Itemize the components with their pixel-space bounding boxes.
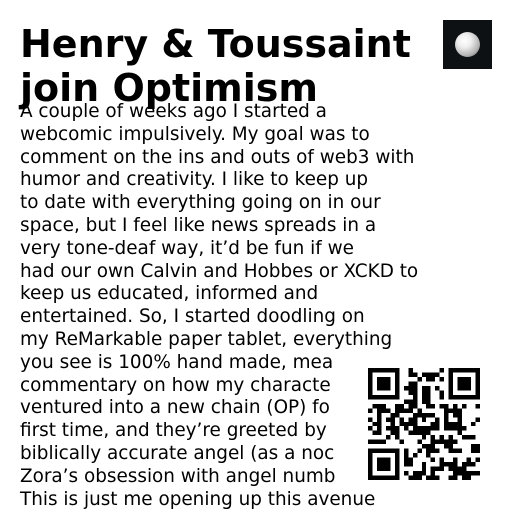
qr-code[interactable]: [368, 368, 480, 480]
avatar[interactable]: [443, 20, 492, 69]
avatar-orb-icon: [455, 32, 480, 57]
body-line: keep us educated, informed and: [20, 283, 319, 305]
body-line: very tone-deaf way, it’d be fun if we: [20, 237, 354, 259]
body-line: humor and creativity. I like to keep up: [20, 169, 369, 191]
body-line: had our own Calvin and Hobbes or XCKD to: [20, 260, 419, 282]
body-line: space, but I feel like news spreads in a: [20, 214, 377, 236]
body-line: to date with everything going on in our: [20, 192, 381, 214]
post-title-line-1: Henry & Toussaint: [20, 22, 411, 66]
body-line: This is just me opening up this avenue: [20, 488, 376, 510]
body-line: comment on the ins and outs of web3 with: [20, 146, 415, 168]
qr-code-icon: [368, 368, 480, 480]
post-title: Henry & Toussaint join Optimism: [20, 22, 440, 110]
body-line: my ReMarkable paper tablet, everything: [20, 328, 393, 350]
body-line: webcomic impulsively. My goal was to: [20, 123, 370, 145]
body-line: A couple of weeks ago I started a: [20, 101, 327, 122]
body-line: entertained. So, I started doodling on: [20, 306, 365, 328]
